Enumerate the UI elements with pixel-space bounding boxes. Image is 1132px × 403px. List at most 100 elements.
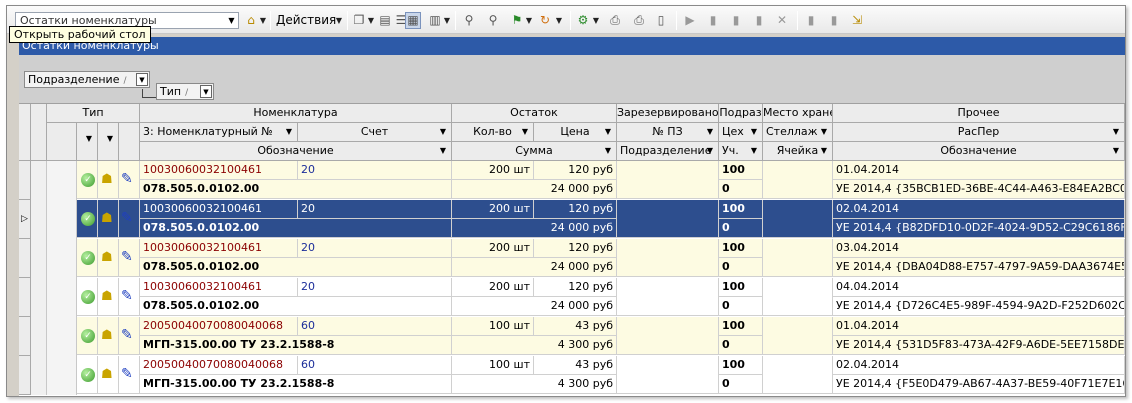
schet-cell[interactable]: 60 [298, 317, 452, 336]
chevron-down-icon[interactable]: ▼ [437, 145, 449, 157]
header-yacheika[interactable]: Ячейка ▼ [763, 142, 833, 161]
date-cell[interactable]: 04.04.2014 [833, 278, 1125, 297]
kolvo-cell[interactable]: 200 шт [452, 239, 534, 258]
oboznachenie-cell[interactable]: 078.505.0.0102.00 [140, 258, 452, 277]
uch-cell[interactable]: 0 [719, 219, 763, 238]
row-indicator[interactable] [19, 161, 31, 200]
kolvo-cell[interactable]: 200 шт [452, 200, 534, 219]
schet-cell[interactable]: 20 [298, 239, 452, 258]
copy-record-icon[interactable]: ▮ [728, 12, 744, 29]
nom-number-cell[interactable]: 20050040070080040068 [140, 317, 298, 336]
chevron-down-icon[interactable]: ▼ [555, 12, 563, 29]
header-tip-col4[interactable] [119, 123, 140, 161]
chevron-down-icon[interactable]: ▼ [704, 126, 716, 138]
copy-icon[interactable]: ❐ [351, 12, 367, 29]
ceh-cell[interactable]: 100 [719, 317, 763, 336]
nom-number-cell[interactable]: 10030060032100461 [140, 278, 298, 297]
chevron-down-icon[interactable]: ▼ [818, 145, 830, 157]
prochee-cell[interactable]: УЕ 2014,4 {531D5F83-473A-42F9-A6DE-5EE71… [833, 336, 1125, 355]
chevron-down-icon[interactable]: ▼ [443, 12, 451, 29]
chevron-down-icon[interactable]: ▼ [748, 126, 760, 138]
open-icon[interactable]: ⇲ [849, 12, 865, 29]
chevron-down-icon[interactable]: ▼ [602, 126, 614, 138]
mesto-cell[interactable] [763, 239, 833, 277]
chevron-down-icon[interactable]: ▼ [259, 12, 267, 29]
chevron-down-icon[interactable]: ▼ [818, 126, 830, 138]
kolvo-cell[interactable]: 100 шт [452, 356, 534, 375]
chevron-down-icon[interactable]: ▼ [437, 126, 449, 138]
summa-cell[interactable]: 24 000 руб [452, 297, 617, 316]
cena-cell[interactable]: 120 руб [534, 161, 617, 180]
print-icon[interactable]: ⎙ [631, 12, 647, 29]
date-cell[interactable]: 02.04.2014 [833, 200, 1125, 219]
unpost-icon[interactable]: ▮ [826, 12, 842, 29]
chevron-down-icon[interactable]: ▼ [226, 14, 237, 27]
chevron-down-icon[interactable]: ▼ [525, 12, 533, 29]
prochee-cell[interactable]: УЕ 2014,4 {DBA04D88-E757-4797-9A59-DAA36… [833, 258, 1125, 277]
delete-icon[interactable]: ✕ [774, 12, 790, 29]
schet-cell[interactable]: 20 [298, 161, 452, 180]
settings-icon[interactable]: ⚙ [575, 12, 591, 29]
header-oboznachenie[interactable]: Обозначение ▼ [140, 142, 452, 161]
reserved-cell[interactable] [617, 200, 719, 238]
header-cena[interactable]: Цена ▼ [534, 123, 617, 142]
filter-icon[interactable]: ⚑ [509, 12, 525, 29]
row-indicator[interactable] [19, 239, 31, 278]
prochee-cell[interactable]: УЕ 2014,4 {35BCB1ED-36BE-4C44-A463-E84EA… [833, 180, 1125, 199]
chevron-down-icon[interactable]: ▼ [83, 133, 95, 145]
actions-menu[interactable]: Действия [276, 12, 336, 29]
chevron-down-icon[interactable]: ▼ [602, 145, 614, 157]
header-mesto[interactable]: Место хране [763, 104, 833, 123]
header-ceh[interactable]: Цех ▼ [719, 123, 763, 142]
header-rasper[interactable]: РасПер ▼ [833, 123, 1125, 142]
schet-cell[interactable]: 20 [298, 278, 452, 297]
chevron-down-icon[interactable]: ▼ [335, 12, 343, 29]
summa-cell[interactable]: 4 300 руб [452, 336, 617, 355]
mesto-cell[interactable] [763, 317, 833, 355]
header-summa[interactable]: Сумма ▼ [452, 142, 617, 161]
header-kolvo[interactable]: Кол-во ▼ [452, 123, 534, 142]
chevron-down-icon[interactable]: ▼ [200, 85, 212, 98]
nom-number-cell[interactable]: 20050040070080040068 [140, 356, 298, 375]
oboznachenie-cell[interactable]: 078.505.0.0102.00 [140, 219, 452, 238]
grid-view-icon[interactable]: ▦ [405, 12, 421, 29]
mesto-cell[interactable] [763, 356, 833, 394]
mesto-cell[interactable] [763, 161, 833, 199]
ceh-cell[interactable]: 100 [719, 356, 763, 375]
schet-cell[interactable]: 20 [298, 200, 452, 219]
chevron-down-icon[interactable]: ▼ [367, 12, 375, 29]
chevron-down-icon[interactable]: ▼ [592, 12, 600, 29]
nom-number-cell[interactable]: 10030060032100461 [140, 239, 298, 258]
summa-cell[interactable]: 24 000 руб [452, 219, 617, 238]
oboznachenie-cell[interactable]: МГП-315.00.00 ТУ 23.2.1588-8 [140, 375, 452, 394]
nom-number-cell[interactable]: 10030060032100461 [140, 200, 298, 219]
row-indicator[interactable] [19, 278, 31, 317]
uch-cell[interactable]: 0 [719, 180, 763, 199]
uch-cell[interactable]: 0 [719, 336, 763, 355]
mesto-cell[interactable] [763, 278, 833, 316]
export-icon[interactable]: ⎙ [607, 12, 623, 29]
document-icon[interactable]: ▯ [653, 12, 669, 29]
header-nomenklatura[interactable]: Номенклатура [140, 104, 452, 123]
header-nom-number[interactable]: 3: Номенклатурный № ▼ [140, 123, 298, 142]
uch-cell[interactable]: 0 [719, 297, 763, 316]
summa-cell[interactable]: 24 000 руб [452, 180, 617, 199]
chevron-down-icon[interactable]: ▼ [283, 126, 295, 138]
ceh-cell[interactable]: 100 [719, 278, 763, 297]
header-schet[interactable]: Счет ▼ [298, 123, 452, 142]
kolvo-cell[interactable]: 100 шт [452, 317, 534, 336]
ceh-cell[interactable]: 100 [719, 200, 763, 219]
summa-cell[interactable]: 24 000 руб [452, 258, 617, 277]
header-podrazdelenie[interactable]: Подразделение ▼ [617, 142, 719, 161]
group-by-podrazdelenie[interactable]: Подразделение / ▼ [24, 71, 150, 88]
schet-cell[interactable]: 60 [298, 356, 452, 375]
cena-cell[interactable]: 43 руб [534, 356, 617, 375]
header-tip[interactable]: Тип [47, 104, 140, 123]
ceh-cell[interactable]: 100 [719, 161, 763, 180]
header-pz[interactable]: № ПЗ ▼ [617, 123, 719, 142]
header-stellazh[interactable]: Стеллаж ▼ [763, 123, 833, 142]
header-tip-col2[interactable]: ▼ [77, 123, 98, 161]
new-record-icon[interactable]: ▮ [705, 12, 721, 29]
row-indicator[interactable]: ▷ [19, 200, 31, 239]
row-indicator[interactable] [19, 317, 31, 356]
